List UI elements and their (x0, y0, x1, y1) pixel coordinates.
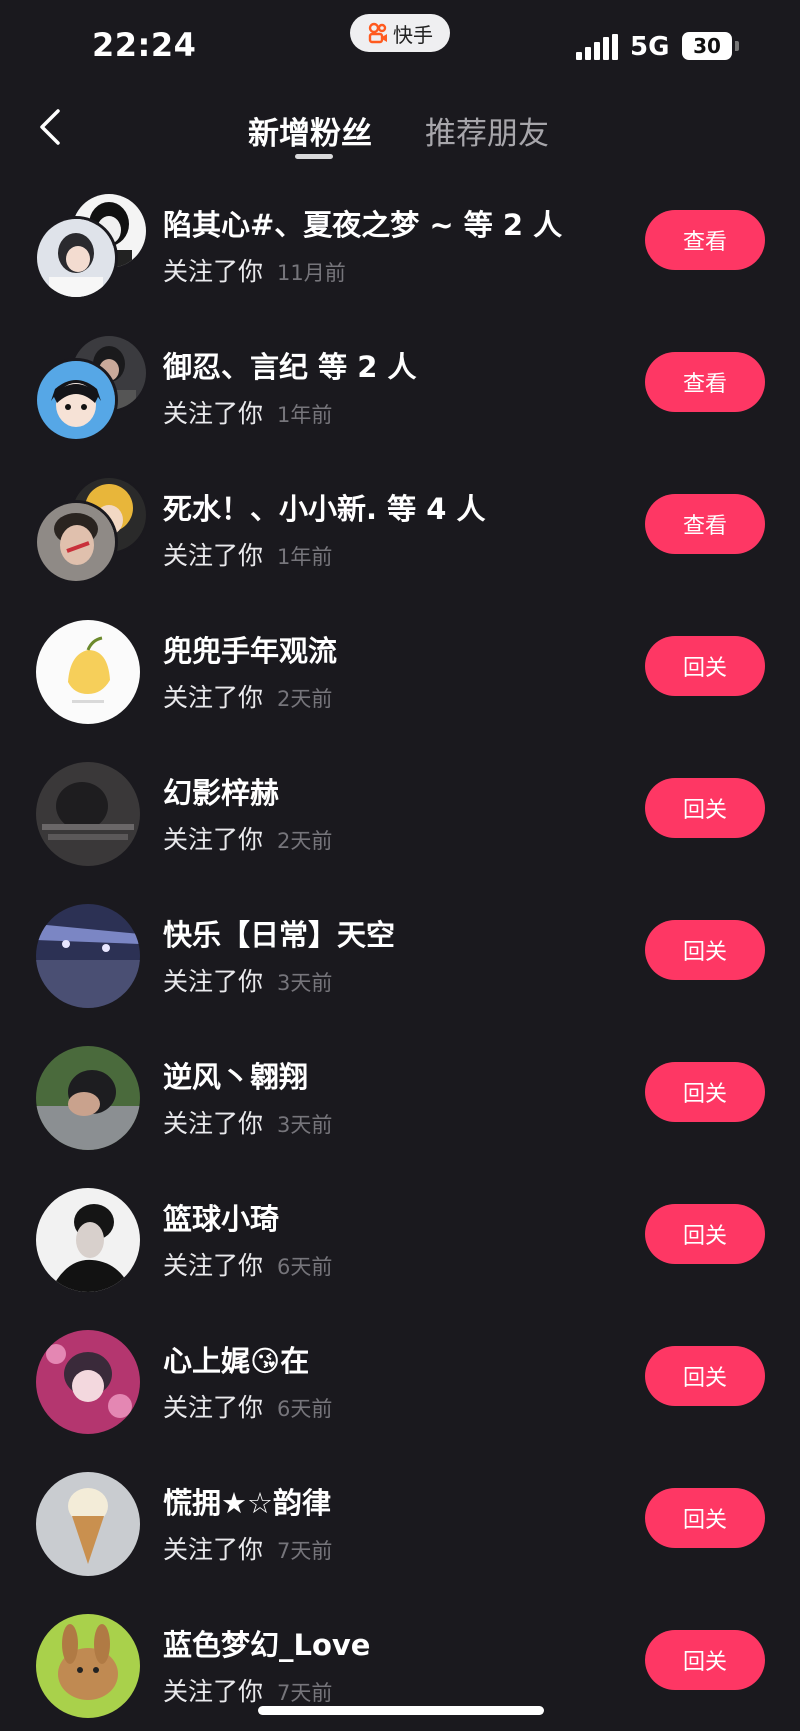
follow-action-text: 关注了你 (163, 257, 264, 286)
follow-time: 3天前 (277, 971, 333, 995)
follower-row[interactable]: 篮球小琦 关注了你 6天前 回关 (0, 1164, 800, 1306)
view-button[interactable]: 查看 (645, 210, 765, 270)
follow-time: 3天前 (277, 1113, 333, 1137)
avatar (34, 500, 118, 584)
follower-list: 陷其心#、夏夜之梦 ~ 等 2 人 关注了你 11月前 查看 御忍、言纪 等 2 … (0, 170, 800, 1731)
view-button[interactable]: 查看 (645, 352, 765, 412)
follow-time: 1年前 (277, 403, 333, 427)
avatar (36, 1330, 140, 1434)
follower-meta: 关注了你 1年前 (163, 394, 332, 430)
follower-meta: 关注了你 3天前 (163, 1104, 332, 1140)
follower-row[interactable]: 幻影梓赫 关注了你 2天前 回关 (0, 738, 800, 880)
follower-meta: 关注了你 2天前 (163, 678, 332, 714)
avatar (36, 1614, 140, 1718)
follow-action-text: 关注了你 (163, 1677, 264, 1706)
avatar (34, 358, 118, 442)
chevron-left-icon (40, 109, 60, 145)
network-type: 5G (630, 32, 670, 62)
follow-action-text: 关注了你 (163, 399, 264, 428)
follow-back-button[interactable]: 回关 (645, 1204, 765, 1264)
follower-row[interactable]: 心上娓😘在 关注了你 6天前 回关 (0, 1306, 800, 1448)
follower-meta: 关注了你 3天前 (163, 962, 332, 998)
app-name: 快手 (393, 22, 433, 47)
follower-meta: 关注了你 2天前 (163, 820, 332, 856)
follower-meta: 关注了你 7天前 (163, 1530, 332, 1566)
follower-name: 慌拥★☆韵律 (163, 1486, 331, 1520)
view-button[interactable]: 查看 (645, 494, 765, 554)
follow-action-text: 关注了你 (163, 541, 264, 570)
follower-meta: 关注了你 6天前 (163, 1388, 332, 1424)
follow-action-text: 关注了你 (163, 1109, 264, 1138)
follower-name: 死水！、小小新. 等 4 人 (163, 492, 486, 526)
follow-back-button[interactable]: 回关 (645, 1346, 765, 1406)
follower-row[interactable]: 慌拥★☆韵律 关注了你 7天前 回关 (0, 1448, 800, 1590)
follow-action-text: 关注了你 (163, 1535, 264, 1564)
signal-icon (576, 34, 618, 60)
home-indicator[interactable] (258, 1706, 544, 1715)
follow-back-button[interactable]: 回关 (645, 1062, 765, 1122)
follower-name: 陷其心#、夏夜之梦 ~ 等 2 人 (163, 208, 563, 242)
avatar (36, 1188, 140, 1292)
status-time: 22:24 (92, 26, 197, 64)
follow-time: 6天前 (277, 1397, 333, 1421)
follower-row[interactable]: 快乐【日常】天空 关注了你 3天前 回关 (0, 880, 800, 1022)
follower-meta: 关注了你 6天前 (163, 1246, 332, 1282)
avatar (36, 1046, 140, 1150)
follow-action-text: 关注了你 (163, 683, 264, 712)
follow-time: 7天前 (277, 1681, 333, 1705)
tab-recommended-friends[interactable]: 推荐朋友 (425, 108, 549, 153)
back-button[interactable] (30, 102, 70, 152)
avatar (36, 904, 140, 1008)
screen: 22:24 快手 5G 30 新增粉丝 推荐朋友 陷其心#、夏夜之梦 ~ 等 2… (0, 0, 800, 1731)
follow-action-text: 关注了你 (163, 1251, 264, 1280)
follow-time: 2天前 (277, 829, 333, 853)
follower-meta: 关注了你 7天前 (163, 1672, 332, 1708)
follow-action-text: 关注了你 (163, 967, 264, 996)
follower-name: 兜兜手年观流 (163, 634, 338, 668)
follower-row[interactable]: 御忍、言纪 等 2 人 关注了你 1年前 查看 (0, 312, 800, 454)
follow-time: 6天前 (277, 1255, 333, 1279)
follower-meta: 关注了你 1年前 (163, 536, 332, 572)
battery-level: 30 (693, 34, 721, 58)
avatar (34, 216, 118, 300)
follow-time: 1年前 (277, 545, 333, 569)
battery-icon: 30 (682, 32, 732, 60)
status-bar: 22:24 快手 5G 30 (0, 0, 800, 90)
follower-name: 幻影梓赫 (163, 776, 280, 810)
follow-back-button[interactable]: 回关 (645, 778, 765, 838)
follow-back-button[interactable]: 回关 (645, 920, 765, 980)
follower-name: 篮球小琦 (163, 1202, 280, 1236)
avatar (36, 1472, 140, 1576)
avatar (36, 762, 140, 866)
follow-back-button[interactable]: 回关 (645, 1630, 765, 1690)
follower-name: 逆风丶翱翔 (163, 1060, 309, 1094)
follow-time: 2天前 (277, 687, 333, 711)
follower-name: 心上娓😘在 (163, 1344, 310, 1378)
battery-nub (735, 41, 739, 51)
follower-name: 快乐【日常】天空 (163, 918, 396, 952)
tab-active-indicator (295, 154, 333, 159)
follow-action-text: 关注了你 (163, 825, 264, 854)
follower-meta: 关注了你 11月前 (163, 252, 346, 288)
follower-row[interactable]: 死水！、小小新. 等 4 人 关注了你 1年前 查看 (0, 454, 800, 596)
kuaishou-logo-icon (368, 22, 387, 44)
follow-time: 11月前 (277, 261, 346, 285)
follow-back-button[interactable]: 回关 (645, 1488, 765, 1548)
avatar (36, 620, 140, 724)
follower-row[interactable]: 逆风丶翱翔 关注了你 3天前 回关 (0, 1022, 800, 1164)
follower-row[interactable]: 陷其心#、夏夜之梦 ~ 等 2 人 关注了你 11月前 查看 (0, 170, 800, 312)
follow-time: 7天前 (277, 1539, 333, 1563)
app-indicator-pill: 快手 (350, 14, 450, 52)
follow-back-button[interactable]: 回关 (645, 636, 765, 696)
tab-new-followers[interactable]: 新增粉丝 (248, 108, 372, 153)
follow-action-text: 关注了你 (163, 1393, 264, 1422)
follower-row[interactable]: 兜兜手年观流 关注了你 2天前 回关 (0, 596, 800, 738)
follower-name: 御忍、言纪 等 2 人 (163, 350, 417, 384)
header: 新增粉丝 推荐朋友 (0, 90, 800, 170)
follower-name: 蓝色梦幻_Love (163, 1628, 371, 1662)
